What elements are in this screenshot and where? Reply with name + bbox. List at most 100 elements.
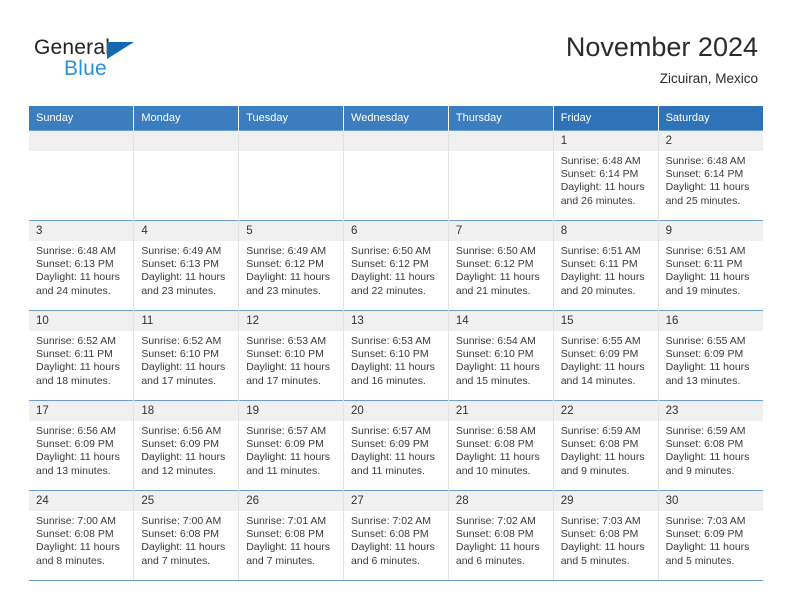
- calendar-day-cell[interactable]: 21 Sunrise: 6:58 AM Sunset: 6:08 PM Dayligh…: [448, 400, 554, 491]
- day-details: Sunrise: 7:02 AM Sunset: 6:08 PM Daylight:…: [449, 511, 553, 568]
- sunrise-text: Sunrise: 6:55 AM: [665, 335, 746, 347]
- calendar-day-cell[interactable]: 26 Sunrise: 7:01 AM Sunset: 6:08 PM Dayligh…: [238, 490, 345, 581]
- sunrise-text: Sunrise: 6:50 AM: [351, 245, 431, 257]
- day-details: Sunrise: 7:00 AM Sunset: 6:08 PM Daylight:…: [29, 511, 133, 568]
- calendar-day-cell[interactable]: 30 Sunrise: 7:03 AM Sunset: 6:09 PM Dayligh…: [658, 490, 763, 581]
- sunrise-text: Sunrise: 7:03 AM: [560, 515, 641, 527]
- calendar-week-row: 3 Sunrise: 6:48 AM Sunset: 6:13 PM Daylight…: [29, 220, 763, 311]
- day-number: 20: [344, 401, 448, 421]
- day-details: Sunrise: 6:57 AM Sunset: 6:09 PM Daylight:…: [239, 421, 343, 478]
- daylight-text-line2: and 21 minutes.: [455, 284, 531, 297]
- calendar-day-cell[interactable]: 6 Sunrise: 6:50 AM Sunset: 6:12 PM Daylight…: [343, 220, 449, 311]
- calendar-day-cell[interactable]: 14 Sunrise: 6:54 AM Sunset: 6:10 PM Dayligh…: [448, 310, 554, 401]
- calendar-day-cell[interactable]: 2 Sunrise: 6:48 AM Sunset: 6:14 PM Daylight…: [658, 130, 763, 221]
- weekday-header-friday: Friday: [553, 106, 659, 131]
- daylight-text-line1: Daylight: 11 hours: [665, 271, 750, 284]
- calendar-day-cell[interactable]: 25 Sunrise: 7:00 AM Sunset: 6:08 PM Dayligh…: [133, 490, 240, 581]
- day-details: Sunrise: 7:00 AM Sunset: 6:08 PM Daylight:…: [134, 511, 238, 568]
- calendar-day-cell[interactable]: 4 Sunrise: 6:49 AM Sunset: 6:13 PM Daylight…: [133, 220, 240, 311]
- daylight-text-line1: Daylight: 11 hours: [36, 361, 120, 374]
- brand-logo[interactable]: General Blue: [34, 36, 234, 88]
- calendar-day-cell[interactable]: 24 Sunrise: 7:00 AM Sunset: 6:08 PM Dayligh…: [29, 490, 135, 581]
- day-number: 12: [239, 311, 344, 331]
- calendar-day-cell[interactable]: 10 Sunrise: 6:52 AM Sunset: 6:11 PM Dayligh…: [29, 310, 135, 401]
- day-number: 19: [239, 401, 344, 421]
- calendar-day-cell[interactable]: 16 Sunrise: 6:55 AM Sunset: 6:09 PM Dayligh…: [658, 310, 763, 401]
- brand-name-blue: Blue: [64, 57, 107, 80]
- daylight-text-line2: and 24 minutes.: [36, 284, 111, 297]
- calendar-day-cell-empty: [133, 130, 240, 221]
- day-number: 16: [658, 311, 763, 331]
- calendar-day-cell[interactable]: 12 Sunrise: 6:53 AM Sunset: 6:10 PM Dayligh…: [238, 310, 345, 401]
- day-number: 21: [448, 401, 553, 421]
- calendar-week-row: 24 Sunrise: 7:00 AM Sunset: 6:08 PM Dayligh…: [29, 490, 763, 581]
- sunset-text: Sunset: 6:13 PM: [36, 258, 114, 271]
- day-number: 6: [344, 221, 448, 241]
- day-number: 15: [553, 311, 658, 331]
- sunset-text: Sunset: 6:09 PM: [351, 438, 429, 451]
- daylight-text-line2: and 18 minutes.: [36, 374, 111, 387]
- calendar-day-cell[interactable]: 7 Sunrise: 6:50 AM Sunset: 6:12 PM Daylight…: [448, 220, 554, 311]
- calendar-day-cell[interactable]: 1 Sunrise: 6:48 AM Sunset: 6:14 PM Daylight…: [553, 130, 659, 221]
- day-details: Sunrise: 6:48 AM Sunset: 6:13 PM Daylight:…: [29, 241, 133, 298]
- daylight-text-line1: Daylight: 11 hours: [141, 361, 226, 374]
- sunset-text: Sunset: 6:09 PM: [560, 348, 639, 361]
- day-details: Sunrise: 6:53 AM Sunset: 6:10 PM Daylight:…: [239, 331, 343, 388]
- weekday-header-row: Sunday Monday Tuesday Wednesday Thursday…: [29, 106, 763, 131]
- calendar-day-cell[interactable]: 11 Sunrise: 6:52 AM Sunset: 6:10 PM Dayligh…: [133, 310, 240, 401]
- daylight-text-line2: and 23 minutes.: [141, 284, 217, 297]
- day-number: 9: [658, 221, 763, 241]
- calendar-week-row: 1 Sunrise: 6:48 AM Sunset: 6:14 PM Daylight…: [29, 130, 763, 221]
- daylight-text-line1: Daylight: 11 hours: [560, 181, 645, 194]
- calendar-day-cell[interactable]: 23 Sunrise: 6:59 AM Sunset: 6:08 PM Dayligh…: [658, 400, 763, 491]
- calendar-day-cell[interactable]: 17 Sunrise: 6:56 AM Sunset: 6:09 PM Dayligh…: [29, 400, 135, 491]
- day-details: Sunrise: 6:59 AM Sunset: 6:08 PM Daylight:…: [554, 421, 658, 478]
- daylight-text-line1: Daylight: 11 hours: [36, 541, 120, 554]
- sunset-text: Sunset: 6:11 PM: [560, 258, 638, 271]
- sunset-text: Sunset: 6:12 PM: [455, 258, 534, 271]
- sunrise-text: Sunrise: 6:57 AM: [351, 425, 431, 437]
- daylight-text-line2: and 13 minutes.: [36, 464, 111, 477]
- day-number: 2: [658, 131, 763, 151]
- day-details: Sunrise: 6:56 AM Sunset: 6:09 PM Daylight:…: [134, 421, 238, 478]
- sunset-text: Sunset: 6:08 PM: [560, 528, 639, 541]
- day-details: Sunrise: 6:57 AM Sunset: 6:09 PM Daylight:…: [344, 421, 448, 478]
- calendar-day-cell[interactable]: 28 Sunrise: 7:02 AM Sunset: 6:08 PM Dayligh…: [448, 490, 554, 581]
- calendar-day-cell[interactable]: 27 Sunrise: 7:02 AM Sunset: 6:08 PM Dayligh…: [343, 490, 449, 581]
- day-details: Sunrise: 7:03 AM Sunset: 6:09 PM Daylight:…: [659, 511, 763, 568]
- calendar-day-cell[interactable]: 20 Sunrise: 6:57 AM Sunset: 6:09 PM Dayligh…: [343, 400, 449, 491]
- calendar-day-cell[interactable]: 18 Sunrise: 6:56 AM Sunset: 6:09 PM Dayligh…: [133, 400, 240, 491]
- calendar-day-cell[interactable]: 29 Sunrise: 7:03 AM Sunset: 6:08 PM Dayligh…: [553, 490, 659, 581]
- daylight-text-line1: Daylight: 11 hours: [351, 541, 435, 554]
- daylight-text-line2: and 26 minutes.: [560, 194, 636, 207]
- sunset-text: Sunset: 6:08 PM: [351, 528, 429, 541]
- day-number: 22: [553, 401, 658, 421]
- calendar-day-cell[interactable]: 13 Sunrise: 6:53 AM Sunset: 6:10 PM Dayligh…: [343, 310, 449, 401]
- daylight-text-line2: and 23 minutes.: [246, 284, 321, 297]
- calendar-day-cell[interactable]: 22 Sunrise: 6:59 AM Sunset: 6:08 PM Dayligh…: [553, 400, 659, 491]
- sunset-text: Sunset: 6:11 PM: [665, 258, 743, 271]
- daylight-text-line1: Daylight: 11 hours: [560, 271, 645, 284]
- sunset-text: Sunset: 6:14 PM: [560, 168, 639, 181]
- daylight-text-line2: and 6 minutes.: [455, 554, 525, 567]
- calendar-day-cell[interactable]: 3 Sunrise: 6:48 AM Sunset: 6:13 PM Daylight…: [29, 220, 135, 311]
- calendar-day-cell[interactable]: 5 Sunrise: 6:49 AM Sunset: 6:12 PM Daylight…: [238, 220, 345, 311]
- page-title: November 2024: [565, 32, 758, 62]
- calendar-day-cell[interactable]: 8 Sunrise: 6:51 AM Sunset: 6:11 PM Daylight…: [553, 220, 659, 311]
- day-details: Sunrise: 6:52 AM Sunset: 6:10 PM Daylight:…: [134, 331, 238, 388]
- day-details: Sunrise: 6:55 AM Sunset: 6:09 PM Daylight:…: [659, 331, 763, 388]
- sunrise-text: Sunrise: 6:49 AM: [246, 245, 327, 257]
- calendar-day-cell[interactable]: 19 Sunrise: 6:57 AM Sunset: 6:09 PM Dayligh…: [238, 400, 345, 491]
- calendar-day-cell[interactable]: 9 Sunrise: 6:51 AM Sunset: 6:11 PM Daylight…: [658, 220, 763, 311]
- sunset-text: Sunset: 6:12 PM: [351, 258, 429, 271]
- daylight-text-line1: Daylight: 11 hours: [455, 361, 540, 374]
- daylight-text-line1: Daylight: 11 hours: [665, 541, 750, 554]
- day-details: Sunrise: 6:50 AM Sunset: 6:12 PM Daylight:…: [344, 241, 448, 298]
- day-details: Sunrise: 7:03 AM Sunset: 6:08 PM Daylight:…: [554, 511, 658, 568]
- sunset-text: Sunset: 6:10 PM: [141, 348, 219, 361]
- calendar-day-cell[interactable]: 15 Sunrise: 6:55 AM Sunset: 6:09 PM Dayligh…: [553, 310, 659, 401]
- daylight-text-line2: and 16 minutes.: [351, 374, 426, 387]
- day-details: Sunrise: 6:58 AM Sunset: 6:08 PM Daylight:…: [449, 421, 553, 478]
- daylight-text-line2: and 13 minutes.: [665, 374, 741, 387]
- sunrise-text: Sunrise: 7:00 AM: [141, 515, 222, 527]
